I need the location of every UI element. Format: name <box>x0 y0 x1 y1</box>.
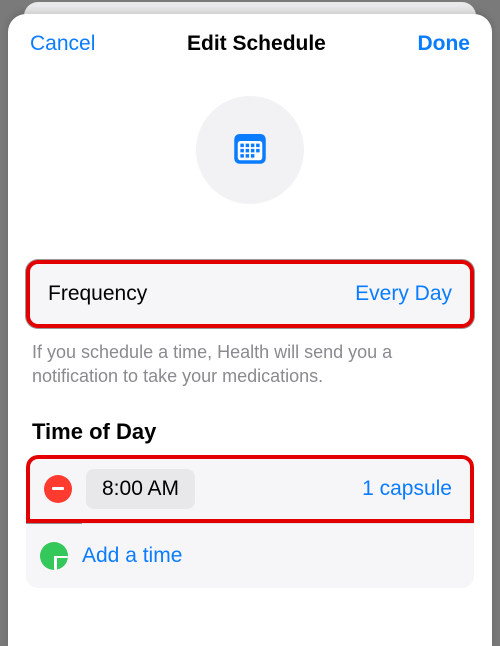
dose-picker[interactable]: 1 capsule <box>362 477 456 501</box>
add-time-row[interactable]: Add a time <box>26 524 474 588</box>
cancel-button[interactable]: Cancel <box>30 32 95 56</box>
time-picker[interactable]: 8:00 AM <box>86 469 195 509</box>
minus-circle-icon <box>52 487 64 490</box>
frequency-row[interactable]: Frequency Every Day <box>26 260 474 328</box>
edit-schedule-sheet: Cancel Edit Schedule Done Frequency <box>8 14 492 646</box>
add-time-icon-button[interactable] <box>40 542 68 570</box>
remove-time-button[interactable] <box>44 475 72 503</box>
schedule-icon-area <box>8 68 492 260</box>
time-row: 8:00 AM 1 capsule <box>26 455 474 523</box>
frequency-value: Every Day <box>355 282 452 306</box>
time-of-day-list: 8:00 AM 1 capsule Add a time <box>26 455 474 588</box>
frequency-label: Frequency <box>48 282 147 306</box>
page-title: Edit Schedule <box>187 32 326 56</box>
calendar-icon <box>229 127 271 174</box>
frequency-hint-text: If you schedule a time, Health will send… <box>26 328 474 389</box>
time-of-day-header: Time of Day <box>26 389 474 455</box>
add-time-label[interactable]: Add a time <box>82 534 182 578</box>
schedule-icon-circle <box>196 96 304 204</box>
done-button[interactable]: Done <box>417 32 470 56</box>
navbar: Cancel Edit Schedule Done <box>8 14 492 68</box>
